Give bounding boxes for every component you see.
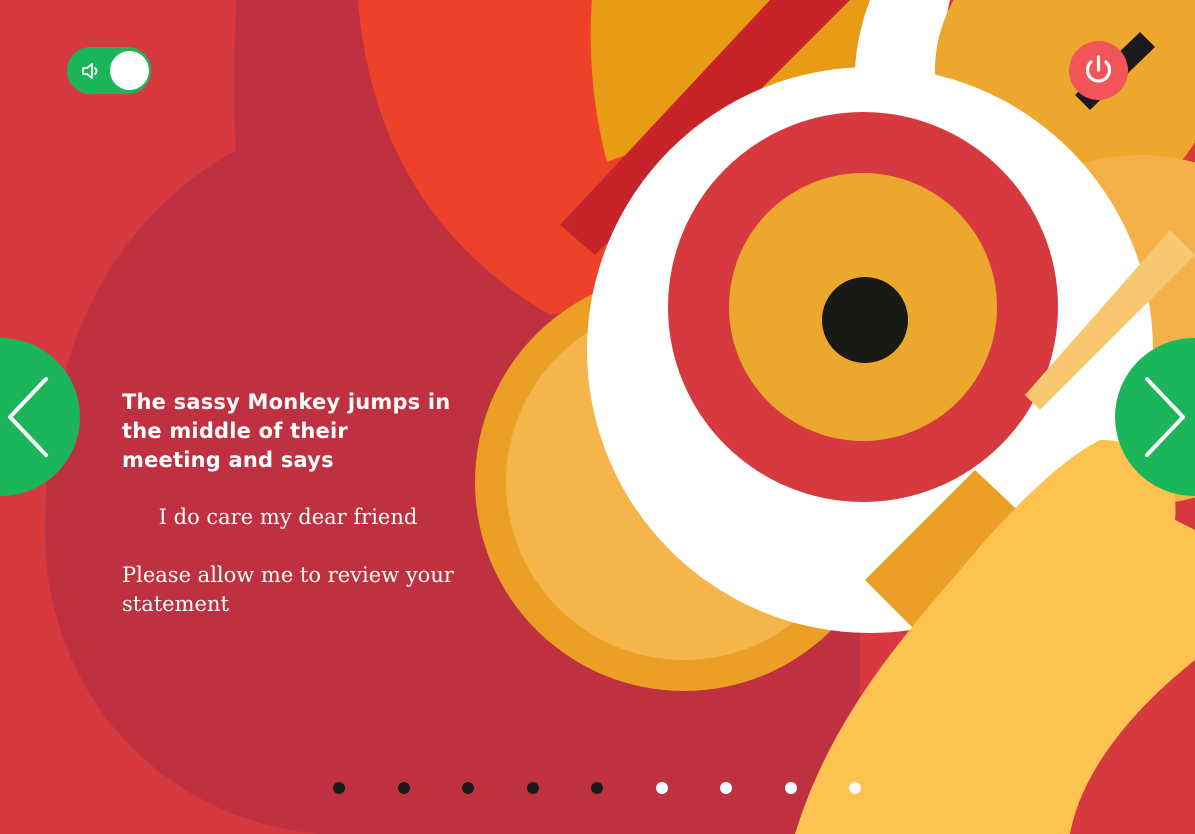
magnified-pupil bbox=[822, 277, 908, 363]
story-narration: The sassy Monkey jumps in the middle of … bbox=[122, 390, 451, 472]
speaker-icon bbox=[80, 59, 104, 83]
sound-toggle[interactable] bbox=[67, 47, 151, 94]
page-dot-8[interactable] bbox=[785, 782, 797, 794]
power-button[interactable] bbox=[1069, 41, 1128, 100]
page-dot-2[interactable] bbox=[398, 782, 410, 794]
chevron-left-icon bbox=[8, 377, 48, 457]
page-dot-4[interactable] bbox=[527, 782, 539, 794]
power-icon bbox=[1085, 55, 1112, 83]
story-text-block: The sassy Monkey jumps in the middle of … bbox=[122, 388, 454, 619]
page-dot-7[interactable] bbox=[720, 782, 732, 794]
page-dot-1[interactable] bbox=[333, 782, 345, 794]
page-dot-6[interactable] bbox=[656, 782, 668, 794]
page-dot-9[interactable] bbox=[849, 782, 861, 794]
dialogue-line-2: Please allow me to review your statement bbox=[122, 563, 454, 616]
page-dot-3[interactable] bbox=[462, 782, 474, 794]
toggle-knob bbox=[110, 51, 149, 90]
chevron-right-icon bbox=[1145, 377, 1185, 457]
page-dot-5[interactable] bbox=[591, 782, 603, 794]
dialogue-line-1: I do care my dear friend bbox=[158, 505, 418, 529]
